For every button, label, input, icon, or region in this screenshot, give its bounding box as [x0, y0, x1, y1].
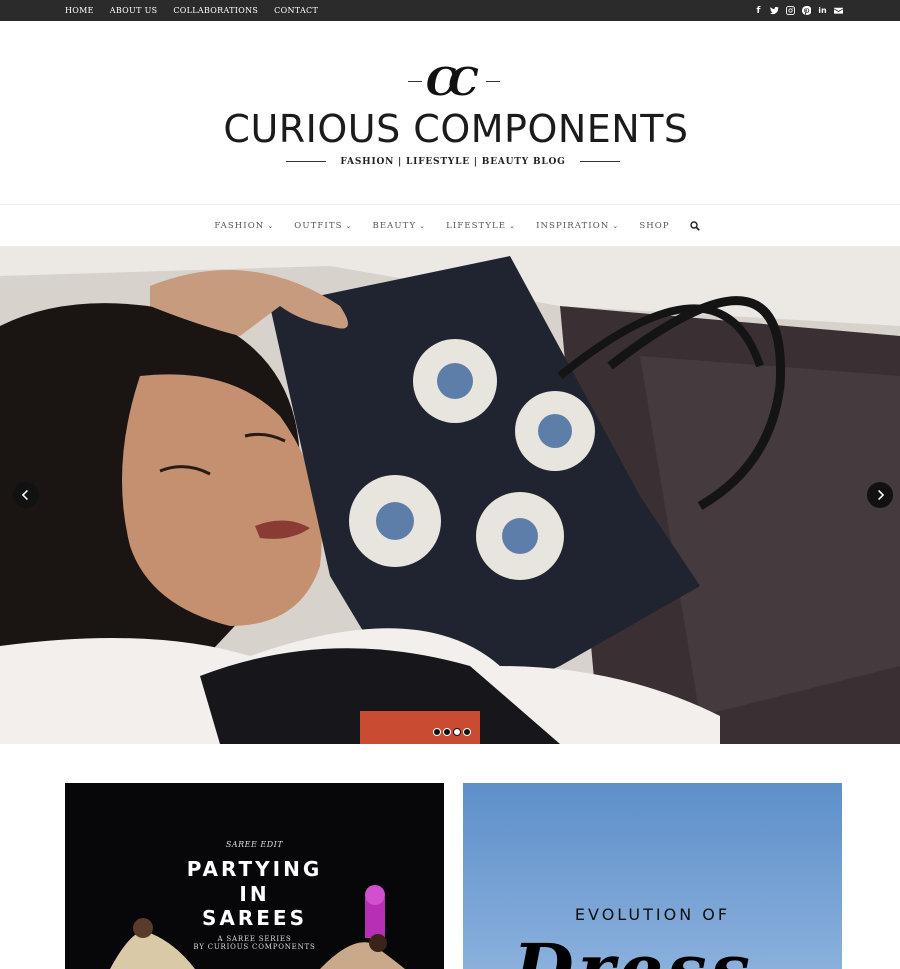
linkedin-icon[interactable]: in [818, 6, 827, 16]
tagline-rule-right [579, 161, 620, 162]
chevron-down-icon: ⌄ [509, 221, 517, 230]
chevron-down-icon: ⌄ [419, 221, 427, 230]
post-card-evolution-of-dress[interactable]: EVOLUTION OF Dress [463, 783, 842, 969]
slider-pagination [433, 728, 471, 736]
social-links: f in [754, 6, 843, 16]
search-icon [689, 220, 700, 231]
hero-image [0, 246, 900, 744]
top-bar: HOME ABOUT US COLLABORATIONS CONTACT f i… [0, 0, 900, 21]
post-card-partying-in-sarees[interactable]: SAREE EDIT PARTYING IN SAREES A SAREE SE… [65, 783, 444, 969]
post-script-title: Dress [513, 928, 754, 969]
slider-dot-4[interactable] [463, 728, 471, 736]
top-nav: HOME ABOUT US COLLABORATIONS CONTACT [65, 6, 318, 15]
site-logo[interactable]: CC [408, 59, 500, 104]
post-title-line-1: PARTYING [186, 857, 323, 881]
post-subtitle-line-1: A SAREE SERIES [217, 935, 292, 943]
slider-next-button[interactable] [867, 482, 893, 508]
slider-prev-button[interactable] [13, 482, 39, 508]
top-nav-collaborations[interactable]: COLLABORATIONS [173, 6, 258, 15]
nav-item-inspiration[interactable]: INSPIRATION ⌄ [536, 221, 619, 231]
instagram-icon[interactable] [786, 6, 795, 16]
site-tagline-wrap: FASHION | LIFESTYLE | BEAUTY BLOG [0, 157, 900, 167]
logo-line-left [408, 81, 422, 82]
post-title-line-3: SAREES [201, 906, 307, 930]
slider-dot-2[interactable] [443, 728, 451, 736]
pinterest-icon[interactable] [802, 6, 811, 16]
main-nav: FASHION ⌄ OUTFITS ⌄ BEAUTY ⌄ LIFESTYLE ⌄ INS… [0, 204, 900, 246]
chevron-down-icon: ⌄ [612, 221, 620, 230]
top-nav-home[interactable]: HOME [65, 6, 94, 15]
logo-line-right [486, 81, 500, 82]
post-subtitle: A SAREE SERIES BY CURIOUS COMPONENTS [65, 935, 444, 951]
facebook-icon[interactable]: f [754, 6, 763, 16]
nav-item-fashion[interactable]: FASHION ⌄ [214, 221, 274, 231]
post-kicker: SAREE EDIT [225, 840, 284, 849]
top-nav-about-us[interactable]: ABOUT US [110, 6, 158, 15]
logo-monogram: CC [426, 59, 478, 104]
post-title-line-2: IN [239, 881, 270, 906]
site-tagline: FASHION | LIFESTYLE | BEAUTY BLOG [340, 157, 566, 167]
nav-item-shop[interactable]: SHOP [639, 221, 669, 231]
slider-dot-1[interactable] [433, 728, 441, 736]
nav-item-label: FASHION [214, 220, 265, 231]
chevron-down-icon: ⌄ [267, 221, 275, 230]
chevron-right-icon [878, 490, 885, 500]
nav-item-outfits[interactable]: OUTFITS ⌄ [294, 221, 352, 231]
nav-item-label: OUTFITS [294, 220, 343, 231]
tagline-rule-left [286, 161, 327, 162]
post-subtitle-line-2: BY CURIOUS COMPONENTS [193, 943, 316, 951]
chevron-down-icon: ⌄ [345, 221, 353, 230]
slider-dot-3-active[interactable] [453, 728, 461, 736]
site-header: CC CURIOUS COMPONENTS FASHION | LIFESTYL… [0, 21, 900, 204]
top-nav-contact[interactable]: CONTACT [274, 6, 318, 15]
email-icon[interactable] [834, 6, 843, 16]
nav-item-label: LIFESTYLE [446, 220, 507, 231]
nav-item-label: SHOP [639, 220, 670, 231]
nav-item-label: BEAUTY [372, 220, 417, 231]
hero-slider[interactable] [0, 246, 900, 744]
post-title: PARTYING IN SAREES [65, 857, 444, 931]
chevron-left-icon [21, 490, 28, 500]
nav-item-label: INSPIRATION [536, 220, 610, 231]
post-title: EVOLUTION OF [574, 905, 731, 924]
nav-item-beauty[interactable]: BEAUTY ⌄ [373, 221, 427, 231]
site-title[interactable]: CURIOUS COMPONENTS [0, 107, 900, 151]
nav-search-button[interactable] [689, 220, 700, 231]
twitter-icon[interactable] [770, 6, 779, 16]
nav-item-lifestyle[interactable]: LIFESTYLE ⌄ [446, 221, 516, 231]
